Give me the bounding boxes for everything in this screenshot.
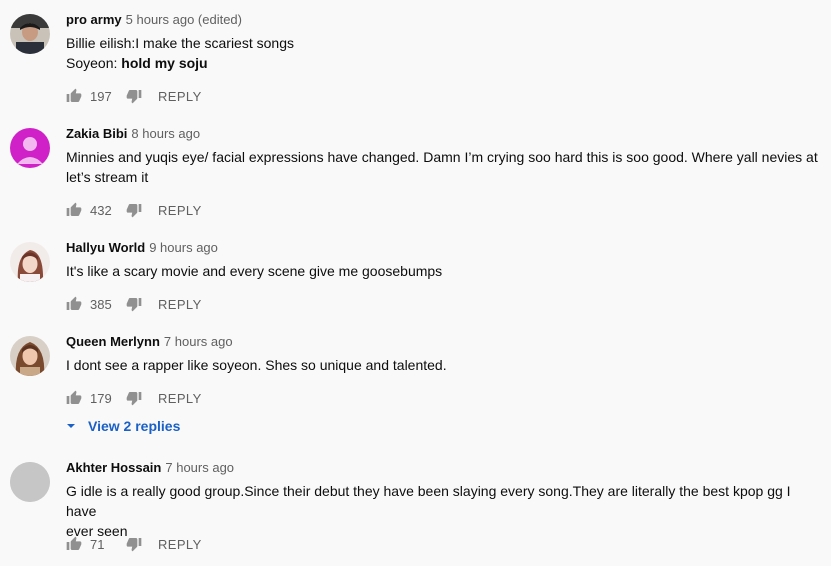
comment-header: Hallyu World 9 hours ago	[66, 240, 821, 256]
comment-line: let’s stream it	[66, 169, 149, 185]
blank-avatar-icon	[10, 462, 50, 502]
user-photo-icon	[10, 336, 50, 376]
thumbs-up-icon[interactable]	[66, 390, 82, 406]
comment-text-prefix: Soyeon:	[66, 55, 122, 71]
reply-button[interactable]: REPLY	[158, 391, 202, 406]
comment-line: Billie eilish:I make the scariest songs	[66, 35, 294, 51]
reply-button[interactable]: REPLY	[158, 89, 202, 104]
default-avatar-icon	[17, 137, 43, 164]
comment-actions: 179 REPLY	[66, 388, 202, 408]
like-count: 71	[90, 536, 105, 552]
comment-actions: 432 REPLY	[66, 200, 202, 220]
reply-button[interactable]: REPLY	[158, 203, 202, 218]
thumbs-down-icon[interactable]	[126, 296, 142, 312]
comment-time[interactable]: 5 hours ago (edited)	[126, 12, 242, 27]
author-name[interactable]: Akhter Hossain	[66, 460, 161, 475]
comment-body: Akhter Hossain 7 hours ago G idle is a re…	[66, 460, 821, 541]
avatar[interactable]	[10, 14, 50, 54]
user-photo-icon	[10, 14, 50, 54]
comment-body: Hallyu World 9 hours ago It's like a scar…	[66, 240, 821, 281]
comment-text: Billie eilish:I make the scariest songs …	[66, 33, 821, 73]
author-name[interactable]: Hallyu World	[66, 240, 145, 255]
avatar[interactable]	[10, 128, 50, 168]
author-name[interactable]: Zakia Bibi	[66, 126, 127, 141]
like-count: 385	[90, 296, 112, 312]
comment-line: I dont see a rapper like soyeon. Shes so…	[66, 357, 447, 373]
reply-button[interactable]: REPLY	[158, 537, 202, 552]
thumbs-up-icon[interactable]	[66, 88, 82, 104]
comment-actions: 71 REPLY	[66, 534, 202, 554]
comment-time[interactable]: 9 hours ago	[149, 240, 218, 255]
comment-line: G idle is a really good group.Since thei…	[66, 483, 791, 519]
avatar[interactable]	[10, 462, 50, 502]
comment-line: Minnies and yuqis eye/ facial expression…	[66, 149, 818, 165]
comment-line: Soyeon: hold my soju	[66, 53, 821, 73]
comment-actions: 385 REPLY	[66, 294, 202, 314]
comment-time[interactable]: 7 hours ago	[164, 334, 233, 349]
view-replies-label[interactable]: View 2 replies	[88, 418, 180, 434]
comment-actions: 197 REPLY	[66, 86, 202, 106]
view-replies-button[interactable]: View 2 replies	[66, 416, 180, 436]
comment-time[interactable]: 8 hours ago	[131, 126, 200, 141]
thumbs-down-icon[interactable]	[126, 390, 142, 406]
comment-body: Queen Merlynn 7 hours ago I dont see a ra…	[66, 334, 821, 375]
comment-header: Akhter Hossain 7 hours ago	[66, 460, 821, 476]
thumbs-down-icon[interactable]	[126, 202, 142, 218]
avatar[interactable]	[10, 336, 50, 376]
comment-body: pro army 5 hours ago (edited) Billie eili…	[66, 12, 821, 73]
comment-text: It's like a scary movie and every scene …	[66, 261, 821, 281]
author-name[interactable]: pro army	[66, 12, 122, 27]
comment-time[interactable]: 7 hours ago	[165, 460, 234, 475]
thumbs-down-icon[interactable]	[126, 536, 142, 552]
comment-header: Zakia Bibi 8 hours ago	[66, 126, 821, 142]
comment-body: Zakia Bibi 8 hours ago Minnies and yuqis …	[66, 126, 821, 187]
author-name[interactable]: Queen Merlynn	[66, 334, 160, 349]
thumbs-up-icon[interactable]	[66, 536, 82, 552]
thumbs-down-icon[interactable]	[126, 88, 142, 104]
comment-text-bold: hold my soju	[121, 55, 208, 71]
thumbs-up-icon[interactable]	[66, 202, 82, 218]
avatar[interactable]	[10, 242, 50, 282]
comment-text: Minnies and yuqis eye/ facial expression…	[66, 147, 821, 187]
comment-text: I dont see a rapper like soyeon. Shes so…	[66, 355, 821, 375]
comment-line: It's like a scary movie and every scene …	[66, 263, 443, 279]
comment-header: Queen Merlynn 7 hours ago	[66, 334, 821, 350]
reply-button[interactable]: REPLY	[158, 297, 202, 312]
thumbs-up-icon[interactable]	[66, 296, 82, 312]
comment-text: G idle is a really good group.Since thei…	[66, 481, 821, 541]
like-count: 197	[90, 88, 112, 104]
comment-header: pro army 5 hours ago (edited)	[66, 12, 821, 28]
caret-down-icon	[67, 424, 75, 428]
like-count: 179	[90, 390, 112, 406]
like-count: 432	[90, 202, 112, 218]
user-photo-icon	[10, 242, 50, 282]
